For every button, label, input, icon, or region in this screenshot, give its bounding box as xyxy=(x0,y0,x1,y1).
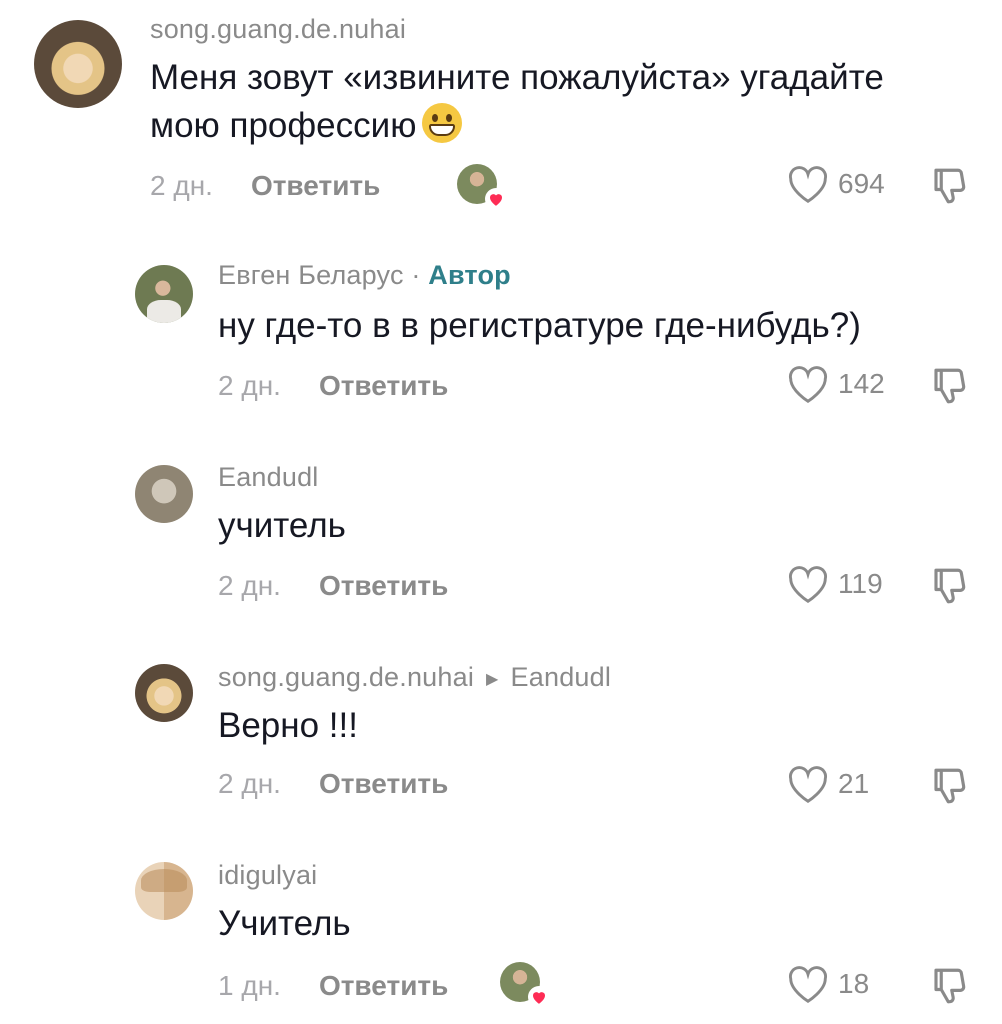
heart-outline-icon xyxy=(788,766,828,803)
comment-text-line2: мою профессию xyxy=(150,106,417,145)
comment-username[interactable]: idigulyai xyxy=(218,860,317,891)
comment-text: Верно !!! xyxy=(218,706,358,745)
like-button[interactable]: 18 xyxy=(786,964,869,1004)
heart-outline-icon xyxy=(788,966,828,1003)
dislike-button[interactable] xyxy=(928,765,972,812)
author-badge: Автор xyxy=(428,260,511,290)
comment-meta: 2 дн. Ответить xyxy=(218,768,448,800)
like-count: 18 xyxy=(838,968,870,999)
separator: · xyxy=(411,260,421,290)
username-link[interactable]: song.guang.de.nuhai xyxy=(218,662,474,692)
comment-text: ну где-то в в регистратуре где-нибудь?) xyxy=(218,306,861,345)
comment-date: 2 дн. xyxy=(218,370,281,401)
dislike-button[interactable] xyxy=(928,165,972,212)
reply-arrow-icon: ▶ xyxy=(486,670,499,688)
comment-date: 2 дн. xyxy=(218,768,281,799)
comment-meta: 1 дн. Ответить xyxy=(218,970,448,1002)
like-button[interactable]: 119 xyxy=(786,564,883,604)
avatar[interactable] xyxy=(135,862,193,920)
comment-text-line1: Меня зовут «извините пожалуйста» угадайт… xyxy=(150,58,884,97)
heart-outline-icon xyxy=(788,166,828,203)
comment-username[interactable]: song.guang.de.nuhai xyxy=(150,14,406,45)
like-count: 21 xyxy=(838,768,870,799)
reply-button[interactable]: Ответить xyxy=(319,370,448,401)
comment-username: song.guang.de.nuhai ▶ Eandudl xyxy=(218,662,611,693)
avatar[interactable] xyxy=(135,465,193,523)
grinning-face-emoji-icon xyxy=(422,103,463,143)
creator-liked-badge-icon xyxy=(500,962,550,1008)
reply-button[interactable]: Ответить xyxy=(319,768,448,799)
reply-button[interactable]: Ответить xyxy=(319,570,448,601)
creator-liked-badge-icon xyxy=(457,164,507,210)
comment-date: 2 дн. xyxy=(218,570,281,601)
dislike-button[interactable] xyxy=(928,565,972,612)
heart-outline-icon xyxy=(788,366,828,403)
comment-meta: 2 дн. Ответить xyxy=(218,570,448,602)
thumbs-down-outline-icon xyxy=(934,768,966,804)
thumbs-down-outline-icon xyxy=(934,968,966,1004)
reply-button[interactable]: Ответить xyxy=(251,170,380,201)
dislike-button[interactable] xyxy=(928,965,972,1012)
comment-username[interactable]: Eandudl xyxy=(218,462,319,493)
comment-meta: 2 дн. Ответить xyxy=(150,170,380,202)
like-button[interactable]: 142 xyxy=(786,364,885,404)
thumbs-down-outline-icon xyxy=(934,568,966,604)
like-button[interactable]: 694 xyxy=(786,164,885,204)
dislike-button[interactable] xyxy=(928,365,972,412)
like-button[interactable]: 21 xyxy=(786,764,869,804)
avatar[interactable] xyxy=(135,664,193,722)
thumbs-down-outline-icon xyxy=(934,168,966,204)
heart-badge-icon xyxy=(485,188,507,210)
reply-button[interactable]: Ответить xyxy=(319,970,448,1001)
comment-username: Евген Беларус · Автор xyxy=(218,260,511,291)
avatar[interactable] xyxy=(34,20,122,108)
comment-date: 2 дн. xyxy=(150,170,213,201)
reply-to-username[interactable]: Eandudl xyxy=(511,662,612,692)
comment-text: учитель xyxy=(218,506,346,545)
comment-text: Учитель xyxy=(218,904,351,943)
comment-meta: 2 дн. Ответить xyxy=(218,370,448,402)
thumbs-down-outline-icon xyxy=(934,368,966,404)
like-count: 142 xyxy=(838,368,885,399)
heart-outline-icon xyxy=(788,566,828,603)
heart-badge-icon xyxy=(528,986,550,1008)
avatar[interactable] xyxy=(135,265,193,323)
comment-text: Меня зовут «извините пожалуйста» угадайт… xyxy=(150,54,884,150)
like-count: 119 xyxy=(838,568,883,599)
comment-date: 1 дн. xyxy=(218,970,281,1001)
username-link[interactable]: Евген Беларус xyxy=(218,260,404,290)
like-count: 694 xyxy=(838,168,885,199)
